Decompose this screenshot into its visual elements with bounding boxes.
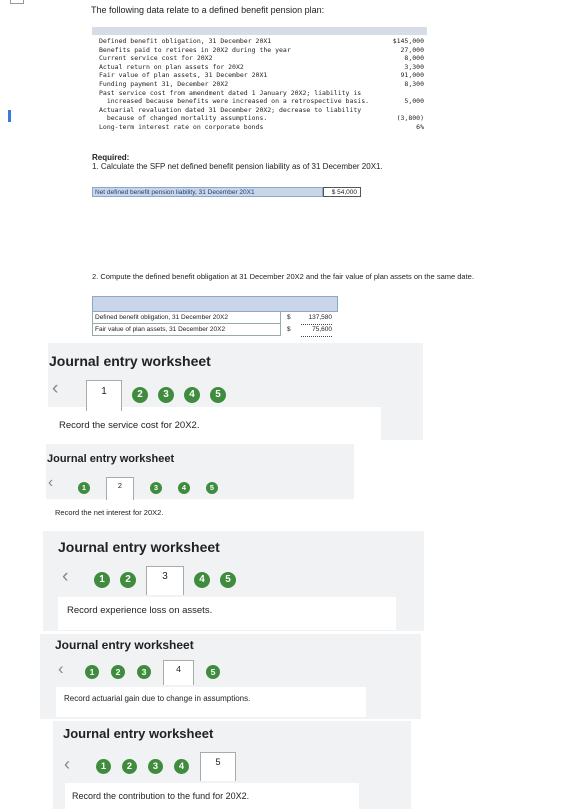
worksheet-tabs: 12345 (86, 379, 236, 411)
answer-1-row: Net defined benefit pension liability, 3… (92, 187, 361, 197)
chevron-left-icon[interactable]: ‹ (58, 659, 64, 679)
worksheet-title: Journal entry worksheet (58, 539, 220, 555)
tab-active[interactable]: 3 (146, 565, 184, 595)
data-row-value: (3,800) (396, 114, 424, 123)
data-row-value: 8,000 (404, 54, 424, 63)
required-heading: Required: (92, 153, 130, 162)
data-row-value: $145,000 (392, 37, 424, 45)
worksheet-task: Record the net interest for 20X2. (55, 508, 164, 517)
data-row-value: 6% (416, 123, 424, 131)
tab-active[interactable]: 2 (106, 476, 134, 500)
tab-active[interactable]: 1 (86, 379, 122, 411)
data-row-label: Actual return on plan assets for 20X2 (99, 62, 244, 71)
worksheet-task: Record experience loss on assets. (67, 605, 213, 616)
worksheet-title: Journal entry worksheet (55, 638, 194, 652)
plan-assets-value-input[interactable]: 75,600 (301, 324, 332, 337)
tab-step[interactable]: 2 (111, 665, 125, 679)
chevron-left-icon[interactable]: ‹ (48, 474, 53, 492)
tab-step[interactable]: 3 (158, 387, 174, 403)
tab-step[interactable]: 1 (94, 572, 110, 588)
tab-step[interactable]: 2 (120, 572, 136, 588)
data-row-value: 27,000 (400, 45, 424, 54)
data-row-label: increased because benefits were increase… (99, 97, 370, 106)
chevron-left-icon[interactable]: ‹ (52, 377, 59, 400)
tab-step[interactable]: 2 (132, 387, 148, 403)
data-row-label: Fair value of plan assets, 31 December 2… (99, 71, 268, 80)
answer-2-header (92, 296, 338, 312)
question-2: 2. Compute the defined benefit obligatio… (92, 272, 474, 281)
journal-entry-worksheet: Journal entry worksheet ‹ 1 2 3 4 5 Record the … (53, 721, 411, 809)
data-row-value: 3,300 (404, 62, 424, 71)
tab-step[interactable]: 2 (122, 758, 137, 774)
data-row-label: Current service cost for 20X2 (99, 54, 213, 63)
worksheet-title: Journal entry worksheet (47, 453, 175, 465)
tab-step[interactable]: 3 (137, 665, 151, 679)
worksheet-title: Journal entry worksheet (49, 353, 211, 369)
data-row-value: 91,000 (400, 71, 424, 80)
data-row-label: Benefits paid to retirees in 20X2 during… (99, 45, 291, 54)
chevron-left-icon[interactable]: ‹ (62, 565, 69, 588)
data-row-label: Past service cost from amendment dated 1… (99, 88, 362, 97)
tab-step[interactable]: 5 (220, 572, 236, 588)
worksheet-tabs: 12345 (96, 751, 247, 781)
tab-step[interactable]: 4 (178, 482, 190, 494)
worksheet-tabs: 12345 (85, 659, 232, 685)
data-row-label: Funding payment 31, December 20X2 (99, 80, 229, 88)
table-row: Fair value of plan assets, 31 December 2… (92, 324, 338, 337)
journal-entry-worksheet: Journal entry worksheet ‹ 1 2 3 4 5 Record the … (46, 444, 354, 528)
tab-step[interactable]: 5 (210, 387, 226, 403)
data-row-label: Defined benefit obligation, 31 December … (99, 37, 272, 45)
tab-step[interactable]: 1 (85, 665, 99, 679)
worksheet-task: Record the service cost for 20X2. (59, 420, 200, 431)
tab-step[interactable]: 4 (184, 387, 200, 403)
tab-step[interactable]: 5 (206, 665, 220, 679)
required-section: Required: 1. Calculate the SFP net defin… (92, 153, 383, 171)
answer-1-label: Net defined benefit pension liability, 3… (92, 187, 323, 197)
tab-active[interactable]: 5 (200, 751, 236, 781)
data-row-label: Long-term interest rate on corporate bon… (99, 123, 264, 131)
intro-text: The following data relate to a defined b… (91, 5, 325, 15)
top-divider (10, 0, 24, 4)
data-row-label: because of changed mortality assumptions… (99, 114, 268, 123)
data-row-label: Actuarial revaluation dated 31 December … (99, 105, 362, 114)
worksheet-task: Record the contribution to the fund for … (72, 791, 250, 801)
question-1: 1. Calculate the SFP net defined benefit… (92, 162, 383, 171)
journal-entry-worksheet: Journal entry worksheet ‹ 1 2 3 4 5 Record expe… (43, 531, 424, 631)
data-table: Defined benefit obligation, 31 December … (92, 27, 427, 141)
data-row-value: 5,000 (404, 97, 424, 106)
table-row: Defined benefit obligation, 31 December … (92, 312, 338, 325)
journal-entry-worksheet: Journal entry worksheet ‹ 1 2 3 4 5 Record actu… (40, 634, 421, 719)
data-row-value: 8,300 (404, 80, 424, 88)
tab-step[interactable]: 1 (96, 758, 111, 774)
journal-entry-worksheet: Journal entry worksheet ‹ 1 2 3 4 5 Record the … (48, 343, 423, 440)
tab-active[interactable]: 4 (163, 659, 194, 685)
answer-1-value[interactable]: $ 54,000 (323, 187, 361, 197)
worksheet-title: Journal entry worksheet (63, 726, 214, 741)
tab-step[interactable]: 5 (206, 482, 218, 494)
tab-step[interactable]: 4 (174, 758, 189, 774)
answer-2-table: Defined benefit obligation, 31 December … (92, 296, 338, 337)
tab-step[interactable]: 1 (78, 482, 90, 494)
tab-step[interactable]: 4 (194, 572, 210, 588)
worksheet-tabs: 1 2 3 4 5 (78, 476, 234, 500)
tab-step[interactable]: 3 (148, 758, 163, 774)
chevron-left-icon[interactable]: ‹ (64, 754, 70, 775)
tab-step[interactable]: 3 (150, 482, 162, 494)
text-cursor-marker (8, 110, 11, 122)
worksheet-tabs: 12345 (94, 565, 246, 595)
worksheet-task: Record actuarial gain due to change in a… (64, 694, 251, 703)
